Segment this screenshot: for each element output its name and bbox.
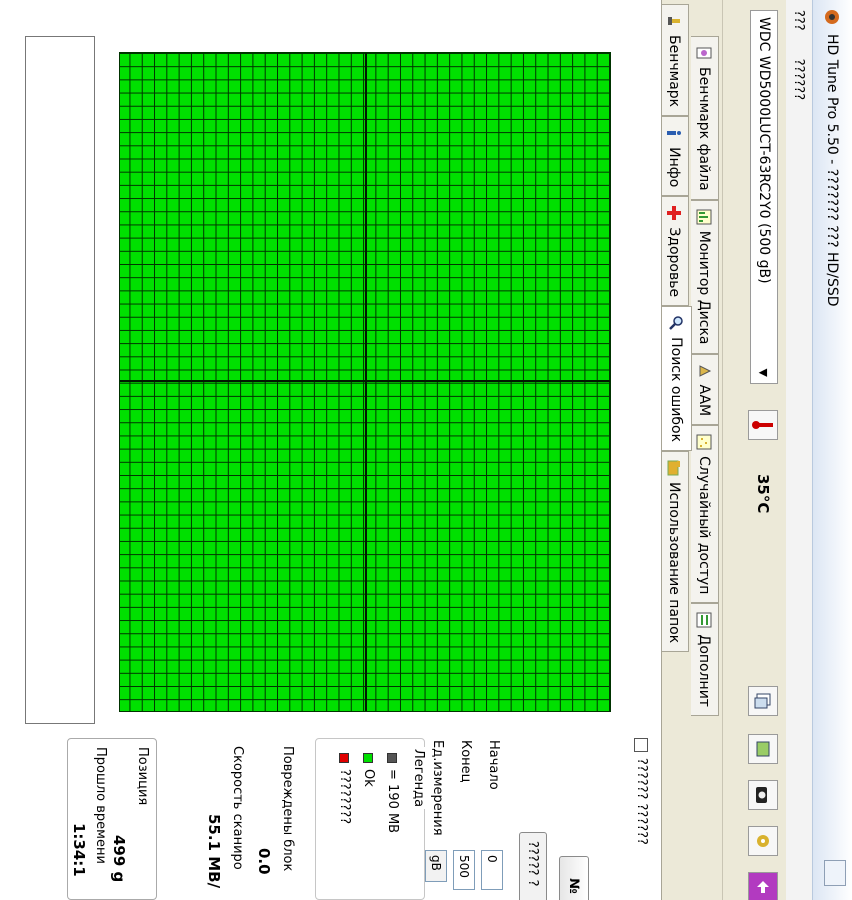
tab-disk-monitor[interactable]: Монитор Диска: [691, 199, 719, 354]
drive-select[interactable]: WDC WD5000LUCT-63RC2Y0 (500 gB) ▼: [750, 10, 778, 384]
position-label: Позиция: [135, 747, 150, 806]
tab-label: Использование папок: [666, 482, 683, 644]
scan-options-button[interactable]: ????? ?: [519, 832, 547, 900]
start-field-label: Начало: [486, 740, 501, 790]
menu-bar: ??? ??????: [786, 0, 812, 900]
block-map-grid: [119, 52, 611, 712]
thermometer-icon: [748, 410, 778, 440]
tab-info[interactable]: Инфо: [661, 116, 689, 197]
grid-divider-vertical: [120, 380, 610, 383]
camera-icon[interactable]: [748, 780, 778, 810]
legend-swatch-green: [363, 753, 374, 763]
legend-swatch-red: [339, 753, 350, 763]
legend-label: Ok: [361, 769, 376, 787]
unit-field-label: Ед.измерения: [430, 740, 445, 836]
tab-label: Бенчмарк файла: [696, 67, 713, 191]
scan-controls: ?????? ?????? № ????? ? Начало 0 Конец 5…: [0, 738, 661, 900]
exit-icon[interactable]: [748, 872, 778, 900]
minimize-button[interactable]: [824, 860, 846, 886]
error-scan-icon: [668, 315, 684, 331]
scan-speed-value: 55.1 MB/: [205, 814, 223, 889]
damaged-blocks-label: Повреждены блок: [280, 746, 295, 872]
damaged-blocks-value: 0.0: [255, 848, 273, 875]
copy-text-icon[interactable]: [748, 686, 778, 716]
tab-label: Монитор Диска: [696, 230, 713, 345]
error-scan-panel: ?????? ?????? № ????? ? Начало 0 Конец 5…: [0, 0, 662, 900]
tab-label: Бенчмарк: [666, 35, 683, 108]
toolbar: WDC WD5000LUCT-63RC2Y0 (500 gB) ▼ 35°C: [722, 0, 786, 900]
aam-icon: [697, 363, 713, 379]
folder-usage-icon: [667, 460, 683, 476]
random-access-icon: [697, 434, 713, 450]
hdtune-app-icon: [822, 6, 844, 28]
legend-label: ????????: [337, 769, 352, 825]
legend-box: Легенда = 190 MB Ok ????????: [315, 738, 426, 900]
menu-item-file[interactable]: ???: [792, 10, 807, 31]
scan-stats: Повреждены блок 0.0 Скорость сканиро 55.…: [0, 738, 307, 900]
start-button[interactable]: №: [559, 856, 589, 900]
elapsed-time-value: 1:34:1: [70, 823, 88, 877]
progress-box: Позиция 499 g Прошло времени 1:34:1: [67, 738, 157, 900]
tab-label: Инфо: [666, 147, 683, 188]
tab-file-benchmark[interactable]: Бенчмарк файла: [691, 36, 719, 200]
quick-scan-checkbox[interactable]: [634, 738, 649, 752]
health-icon: [667, 205, 683, 221]
info-icon: [667, 125, 683, 141]
dropdown-arrow-icon: ▼: [757, 368, 771, 377]
tab-random-access[interactable]: Случайный доступ: [691, 425, 719, 604]
tab-label: Здоровье: [666, 227, 683, 298]
scan-status-box: [25, 36, 95, 724]
end-field[interactable]: 500: [453, 850, 475, 890]
legend-swatch-gray: [387, 753, 398, 763]
quick-scan-label: ?????? ??????: [634, 758, 649, 845]
legend-item-block-size: = 190 MB: [385, 753, 400, 833]
temperature-readout: 35°C: [754, 474, 772, 514]
tab-extra-tests[interactable]: Дополнит: [691, 603, 719, 716]
unit-select[interactable]: gB: [425, 850, 447, 882]
options-icon[interactable]: [748, 826, 778, 856]
legend-item-damaged: ????????: [337, 753, 352, 824]
hdtune-window: HD Tune Pro 5.50 - ??????? ??? HD/SSD ??…: [0, 0, 852, 900]
legend-item-ok: Ok: [361, 753, 376, 787]
benchmark-icon: [667, 13, 683, 29]
tab-label: AAM: [696, 384, 713, 417]
legend-title: Легенда: [411, 747, 426, 810]
end-field-label: Конец: [458, 740, 473, 783]
window-title: HD Tune Pro 5.50 - ??????? ??? HD/SSD: [824, 34, 841, 307]
title-bar: HD Tune Pro 5.50 - ??????? ??? HD/SSD: [812, 0, 852, 900]
screen: HD Tune Pro 5.50 - ??????? ??? HD/SSD ??…: [0, 0, 852, 900]
tab-row-top: Бенчмарк файла Монитор Диска AAM Случайн…: [691, 0, 721, 900]
scan-speed-label: Скорость сканиро: [230, 746, 245, 870]
disk-monitor-icon: [697, 209, 713, 225]
tab-label: Случайный доступ: [696, 456, 713, 595]
tab-error-scan[interactable]: Поиск ошибок: [661, 306, 692, 452]
start-field[interactable]: 0: [481, 850, 503, 890]
copy-screenshot-icon[interactable]: [748, 734, 778, 764]
tab-folder-usage[interactable]: Использование папок: [661, 451, 689, 653]
tab-aam[interactable]: AAM: [691, 353, 719, 426]
file-benchmark-icon: [697, 45, 713, 61]
tab-label: Дополнит: [696, 634, 713, 707]
legend-label: = 190 MB: [385, 769, 400, 834]
tab-benchmark[interactable]: Бенчмарк: [661, 4, 689, 117]
tab-row-bottom: Бенчмарк Инфо Здоровье Поиск ошибок Испо…: [661, 0, 692, 900]
tab-health[interactable]: Здоровье: [661, 196, 689, 307]
quick-scan-row[interactable]: ?????? ??????: [634, 738, 649, 845]
menu-item-help[interactable]: ??????: [792, 59, 807, 100]
drive-select-value: WDC WD5000LUCT-63RC2Y0 (500 gB): [756, 17, 772, 284]
position-value: 499 g: [110, 835, 128, 883]
extra-tests-icon: [697, 612, 713, 628]
elapsed-time-label: Прошло времени: [93, 747, 108, 864]
tab-label: Поиск ошибок: [668, 337, 684, 443]
